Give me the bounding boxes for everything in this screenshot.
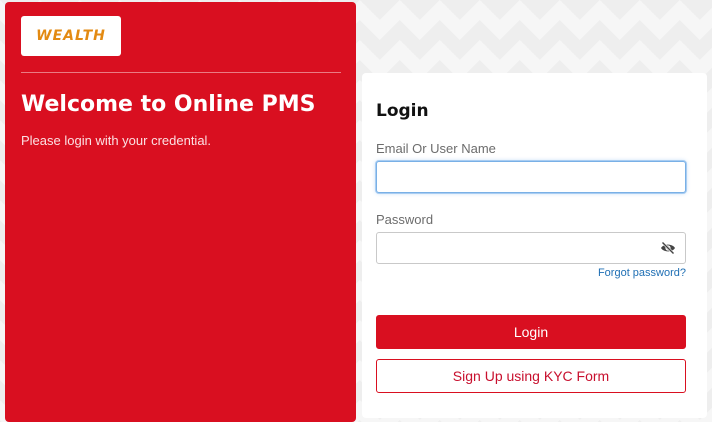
forgot-password-link[interactable]: Forgot password? xyxy=(598,267,686,279)
login-button[interactable]: Login xyxy=(376,315,686,349)
welcome-subtitle: Please login with your credential. xyxy=(21,133,212,148)
logo: WEALTH xyxy=(21,16,121,56)
login-heading: Login xyxy=(376,101,429,121)
welcome-title: Welcome to Online PMS xyxy=(21,92,316,117)
signup-kyc-button[interactable]: Sign Up using KYC Form xyxy=(376,359,686,393)
password-label: Password xyxy=(376,212,434,227)
logo-text: WEALTH xyxy=(36,28,106,44)
email-label: Email Or User Name xyxy=(376,141,496,156)
divider xyxy=(21,72,341,73)
email-input[interactable] xyxy=(376,161,686,193)
login-card: Login Email Or User Name Password Forgot… xyxy=(362,73,707,418)
welcome-panel: WEALTH Welcome to Online PMS Please logi… xyxy=(5,2,356,422)
eye-slash-icon[interactable] xyxy=(660,241,676,255)
password-input[interactable] xyxy=(376,232,686,264)
